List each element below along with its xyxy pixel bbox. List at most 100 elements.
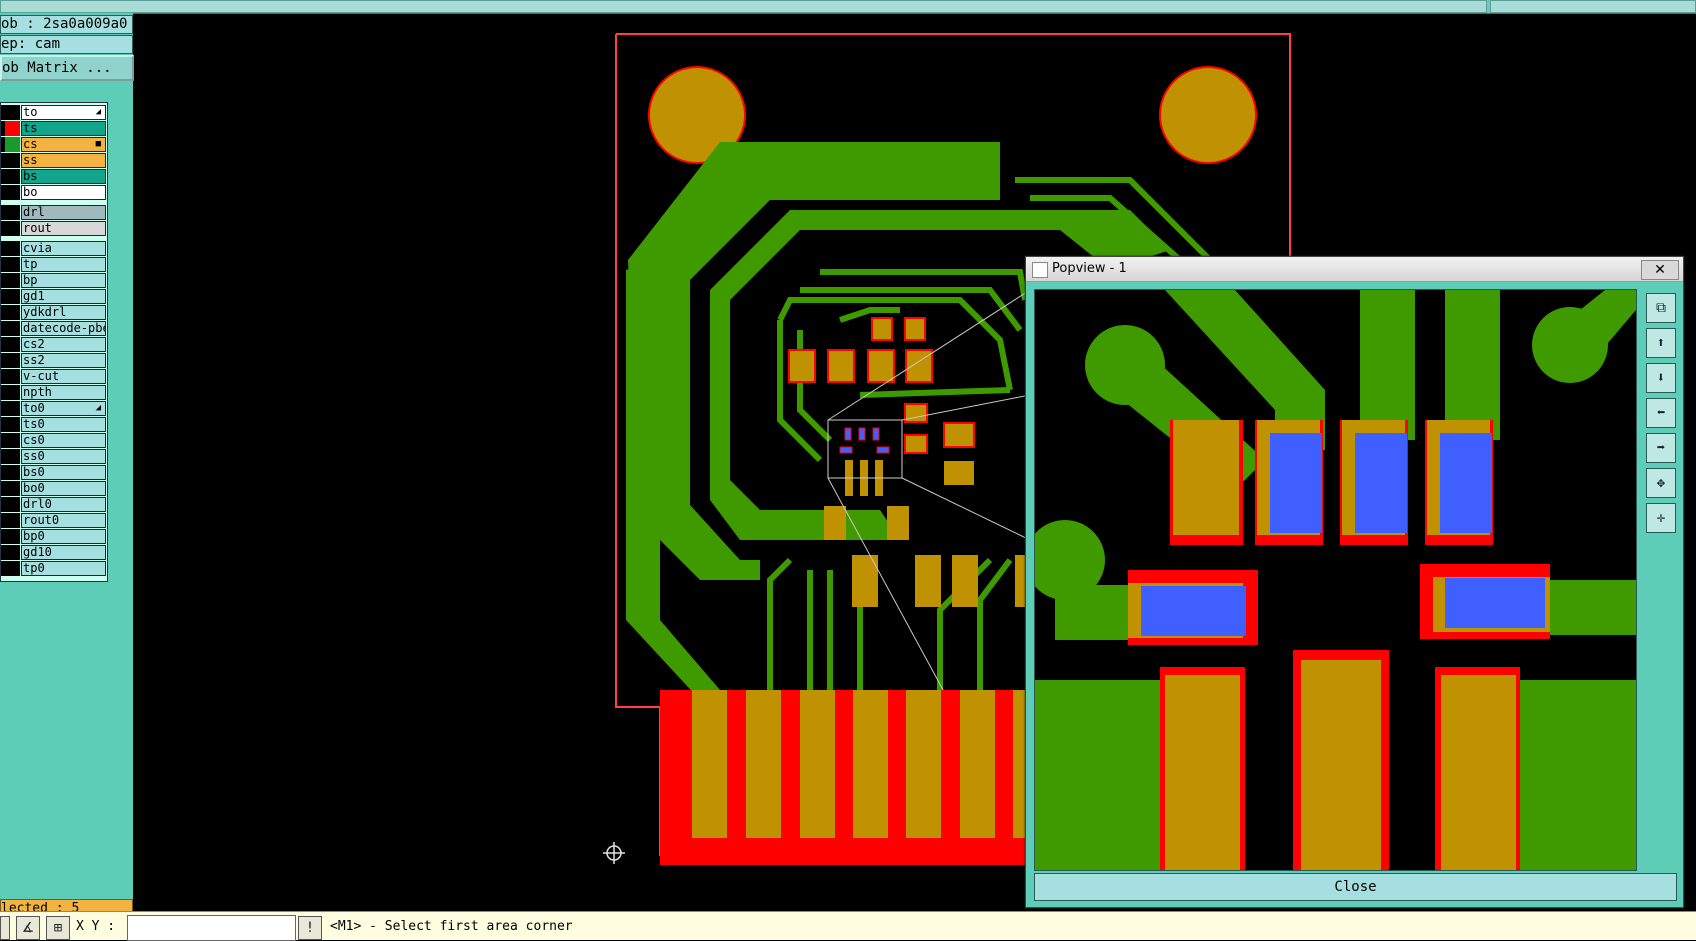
layer-row[interactable]: bo0: [1, 481, 107, 496]
layer-status-marker[interactable]: [5, 289, 20, 304]
layer-row[interactable]: to ◢: [1, 105, 107, 120]
layer-row[interactable]: tp: [1, 257, 107, 272]
layer-name[interactable]: npth: [21, 385, 106, 400]
layer-status-marker[interactable]: [5, 137, 20, 152]
layer-row[interactable]: cs ■: [1, 137, 107, 152]
layer-row[interactable]: drl: [1, 205, 107, 220]
job-matrix-button[interactable]: ob Matrix ...: [0, 55, 134, 81]
layer-name[interactable]: ydkdrl: [21, 305, 106, 320]
layer-status-marker[interactable]: [5, 465, 20, 480]
layer-row[interactable]: v-cut: [1, 369, 107, 384]
layer-status-marker[interactable]: [5, 337, 20, 352]
layer-name[interactable]: drl0: [21, 497, 106, 512]
layer-name[interactable]: bs0: [21, 465, 106, 480]
zoom-in-icon[interactable]: ✛: [1646, 503, 1676, 533]
layer-row[interactable]: ts: [1, 121, 107, 136]
zoom-out-icon[interactable]: ✥: [1646, 468, 1676, 498]
popview-window[interactable]: Popview - 1 ✕ ⧉ ⬆ ⬇ ⬅ ➡ ✥ ✛ Close: [1025, 256, 1684, 908]
pan-up-icon[interactable]: ⬆: [1646, 328, 1676, 358]
layer-name[interactable]: rout: [21, 221, 106, 236]
layer-status-marker[interactable]: [5, 449, 20, 464]
layer-status-marker[interactable]: [5, 369, 20, 384]
layer-row[interactable]: tp0: [1, 561, 107, 576]
layer-status-marker[interactable]: [5, 513, 20, 528]
pan-right-icon[interactable]: ➡: [1646, 433, 1676, 463]
grid-icon[interactable]: ⊞: [46, 916, 70, 940]
layer-status-marker[interactable]: [5, 497, 20, 512]
tool-icon-partial[interactable]: [0, 916, 10, 940]
layer-row[interactable]: bp0: [1, 529, 107, 544]
layer-status-marker[interactable]: [5, 257, 20, 272]
pan-left-icon[interactable]: ⬅: [1646, 398, 1676, 428]
layer-name[interactable]: v-cut: [21, 369, 106, 384]
layer-status-marker[interactable]: [5, 221, 20, 236]
layer-row[interactable]: to0 ◢: [1, 401, 107, 416]
layer-status-marker[interactable]: [5, 305, 20, 320]
layer-name[interactable]: rout0: [21, 513, 106, 528]
layer-row[interactable]: bp: [1, 273, 107, 288]
layer-name[interactable]: cs2: [21, 337, 106, 352]
layer-row[interactable]: rout0: [1, 513, 107, 528]
layer-row[interactable]: datecode-pbe: [1, 321, 107, 336]
layer-name[interactable]: bo: [21, 185, 106, 200]
layer-status-marker[interactable]: [5, 121, 20, 136]
zoom-window-icon[interactable]: ⧉: [1646, 293, 1676, 323]
layer-name[interactable]: ss2: [21, 353, 106, 368]
layer-row[interactable]: ts0: [1, 417, 107, 432]
measure-icon[interactable]: ∡: [16, 916, 40, 940]
layer-row[interactable]: ss: [1, 153, 107, 168]
layer-name[interactable]: bs: [21, 169, 106, 184]
layer-name[interactable]: cs0: [21, 433, 106, 448]
layer-status-marker[interactable]: [5, 353, 20, 368]
layer-status-marker[interactable]: [5, 545, 20, 560]
layer-status-marker[interactable]: [5, 561, 20, 576]
layer-status-marker[interactable]: [5, 481, 20, 496]
layer-row[interactable]: cs0: [1, 433, 107, 448]
layer-name[interactable]: ss: [21, 153, 106, 168]
layer-name[interactable]: datecode-pbe: [21, 321, 106, 336]
layer-name[interactable]: gd10: [21, 545, 106, 560]
layer-status-marker[interactable]: [5, 433, 20, 448]
popview-titlebar[interactable]: Popview - 1 ✕: [1026, 257, 1683, 282]
layer-status-marker[interactable]: [5, 153, 20, 168]
layer-status-marker[interactable]: [5, 241, 20, 256]
layer-status-marker[interactable]: [5, 169, 20, 184]
layer-status-marker[interactable]: [5, 417, 20, 432]
layer-row[interactable]: ss0: [1, 449, 107, 464]
layer-name[interactable]: bo0: [21, 481, 106, 496]
layer-name[interactable]: ss0: [21, 449, 106, 464]
layer-status-marker[interactable]: [5, 529, 20, 544]
layer-status-marker[interactable]: [5, 273, 20, 288]
layer-name[interactable]: gd1: [21, 289, 106, 304]
layer-name[interactable]: bp: [21, 273, 106, 288]
layer-row[interactable]: npth: [1, 385, 107, 400]
layer-name[interactable]: cvia: [21, 241, 106, 256]
popview-canvas[interactable]: [1025, 289, 1637, 871]
layer-row[interactable]: ss2: [1, 353, 107, 368]
layer-row[interactable]: drl0: [1, 497, 107, 512]
xy-input[interactable]: [127, 915, 296, 941]
layer-name[interactable]: ts: [21, 121, 106, 136]
layer-row[interactable]: rout: [1, 221, 107, 236]
layer-row[interactable]: bo: [1, 185, 107, 200]
info-icon[interactable]: !: [298, 916, 322, 940]
layer-name[interactable]: bp0: [21, 529, 106, 544]
layer-name[interactable]: tp: [21, 257, 106, 272]
layer-row[interactable]: gd1: [1, 289, 107, 304]
layer-row[interactable]: ydkdrl: [1, 305, 107, 320]
layer-name[interactable]: to0: [21, 401, 106, 416]
layer-name[interactable]: tp0: [21, 561, 106, 576]
layer-status-marker[interactable]: [5, 205, 20, 220]
pan-down-icon[interactable]: ⬇: [1646, 363, 1676, 393]
layer-status-marker[interactable]: [5, 185, 20, 200]
layer-name[interactable]: ts0: [21, 417, 106, 432]
layer-status-marker[interactable]: [5, 105, 20, 120]
layer-row[interactable]: bs0: [1, 465, 107, 480]
layer-status-marker[interactable]: [5, 321, 20, 336]
layer-name[interactable]: to: [21, 105, 106, 120]
layer-row[interactable]: gd10: [1, 545, 107, 560]
layer-row[interactable]: bs: [1, 169, 107, 184]
popview-close-button[interactable]: Close: [1034, 873, 1677, 901]
close-icon[interactable]: ✕: [1641, 260, 1679, 280]
layer-row[interactable]: cvia: [1, 241, 107, 256]
